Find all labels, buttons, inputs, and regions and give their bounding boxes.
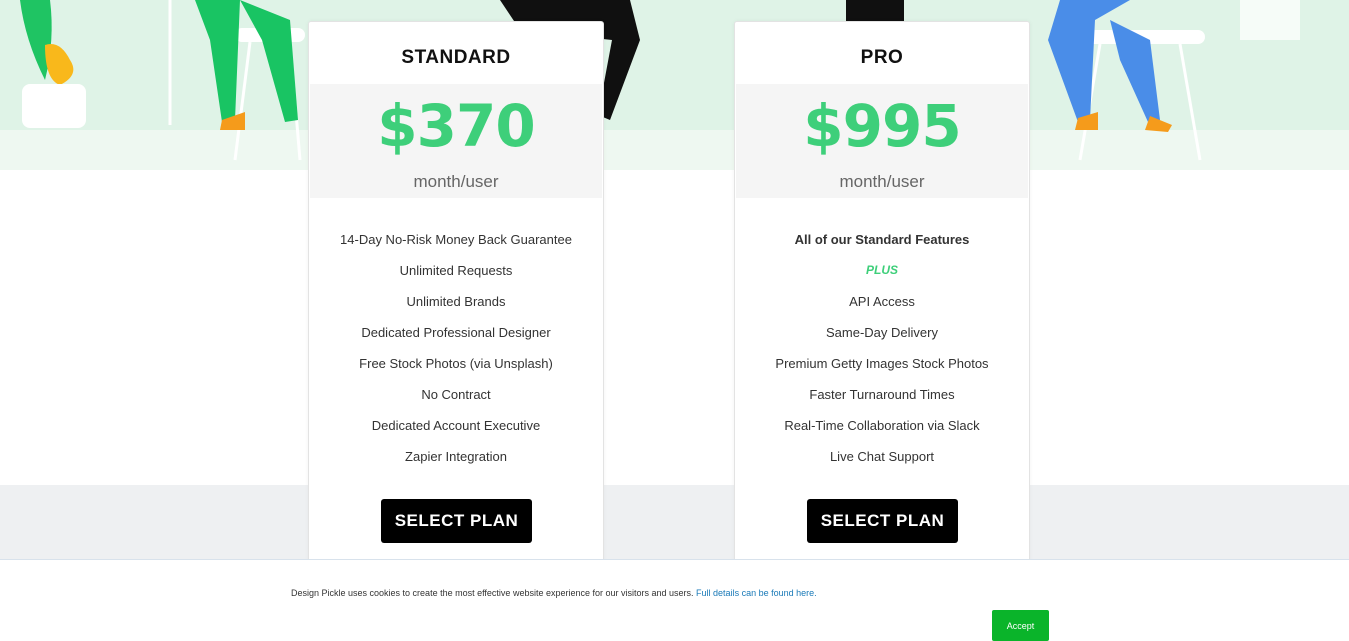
plan-title: STANDARD <box>401 47 511 68</box>
feature-item: Faster Turnaround Times <box>809 387 955 402</box>
feature-item: Unlimited Requests <box>399 263 513 278</box>
feature-item: Zapier Integration <box>405 449 507 464</box>
accept-cookies-button[interactable]: Accept <box>992 610 1049 641</box>
feature-item: Free Stock Photos (via Unsplash) <box>359 356 553 371</box>
plan-price: $995 <box>803 92 961 160</box>
feature-item: Same-Day Delivery <box>826 325 938 340</box>
price-box: $370 month/user <box>310 84 602 198</box>
plant-pot-icon <box>22 84 86 128</box>
feature-list: 14-Day No-Risk Money Back Guarantee Unli… <box>309 198 603 472</box>
plan-card-pro: PRO $995 month/user All of our Standard … <box>734 21 1030 581</box>
feature-item: Real-Time Collaboration via Slack <box>784 418 980 433</box>
feature-item: Premium Getty Images Stock Photos <box>775 356 989 371</box>
feature-item: Unlimited Brands <box>406 294 506 309</box>
feature-list: All of our Standard Features PLUS API Ac… <box>735 198 1029 472</box>
plan-price: $370 <box>377 92 535 160</box>
feature-item: Live Chat Support <box>829 449 935 464</box>
select-plan-button-standard[interactable]: SELECT PLAN <box>381 499 532 543</box>
select-plan-button-pro[interactable]: SELECT PLAN <box>807 499 958 543</box>
feature-heading: All of our Standard Features <box>794 232 970 247</box>
cookie-message: Design Pickle uses cookies to create the… <box>291 588 817 598</box>
plant-flower-icon <box>45 44 74 85</box>
plan-card-standard: STANDARD $370 month/user 14-Day No-Risk … <box>308 21 604 581</box>
cookie-banner: Design Pickle uses cookies to create the… <box>0 559 1349 641</box>
office-illustration <box>20 0 1300 161</box>
feature-item: Dedicated Account Executive <box>371 418 541 433</box>
price-box: $995 month/user <box>736 84 1028 198</box>
cookie-text: Design Pickle uses cookies to create the… <box>291 588 694 598</box>
hero-illustration <box>0 0 1349 170</box>
plant-leaf-icon <box>20 0 52 80</box>
feature-item: Dedicated Professional Designer <box>361 325 551 340</box>
gray-band <box>0 485 1349 560</box>
feature-item: 14-Day No-Risk Money Back Guarantee <box>340 232 572 247</box>
cookie-details-link[interactable]: Full details can be found here. <box>696 588 817 598</box>
feature-item: No Contract <box>421 387 491 402</box>
feature-plus-label: PLUS <box>865 263 898 277</box>
plan-title: PRO <box>860 47 904 68</box>
feature-item: API Access <box>849 294 915 309</box>
plan-period: month/user <box>413 172 499 191</box>
plan-period: month/user <box>839 172 925 191</box>
